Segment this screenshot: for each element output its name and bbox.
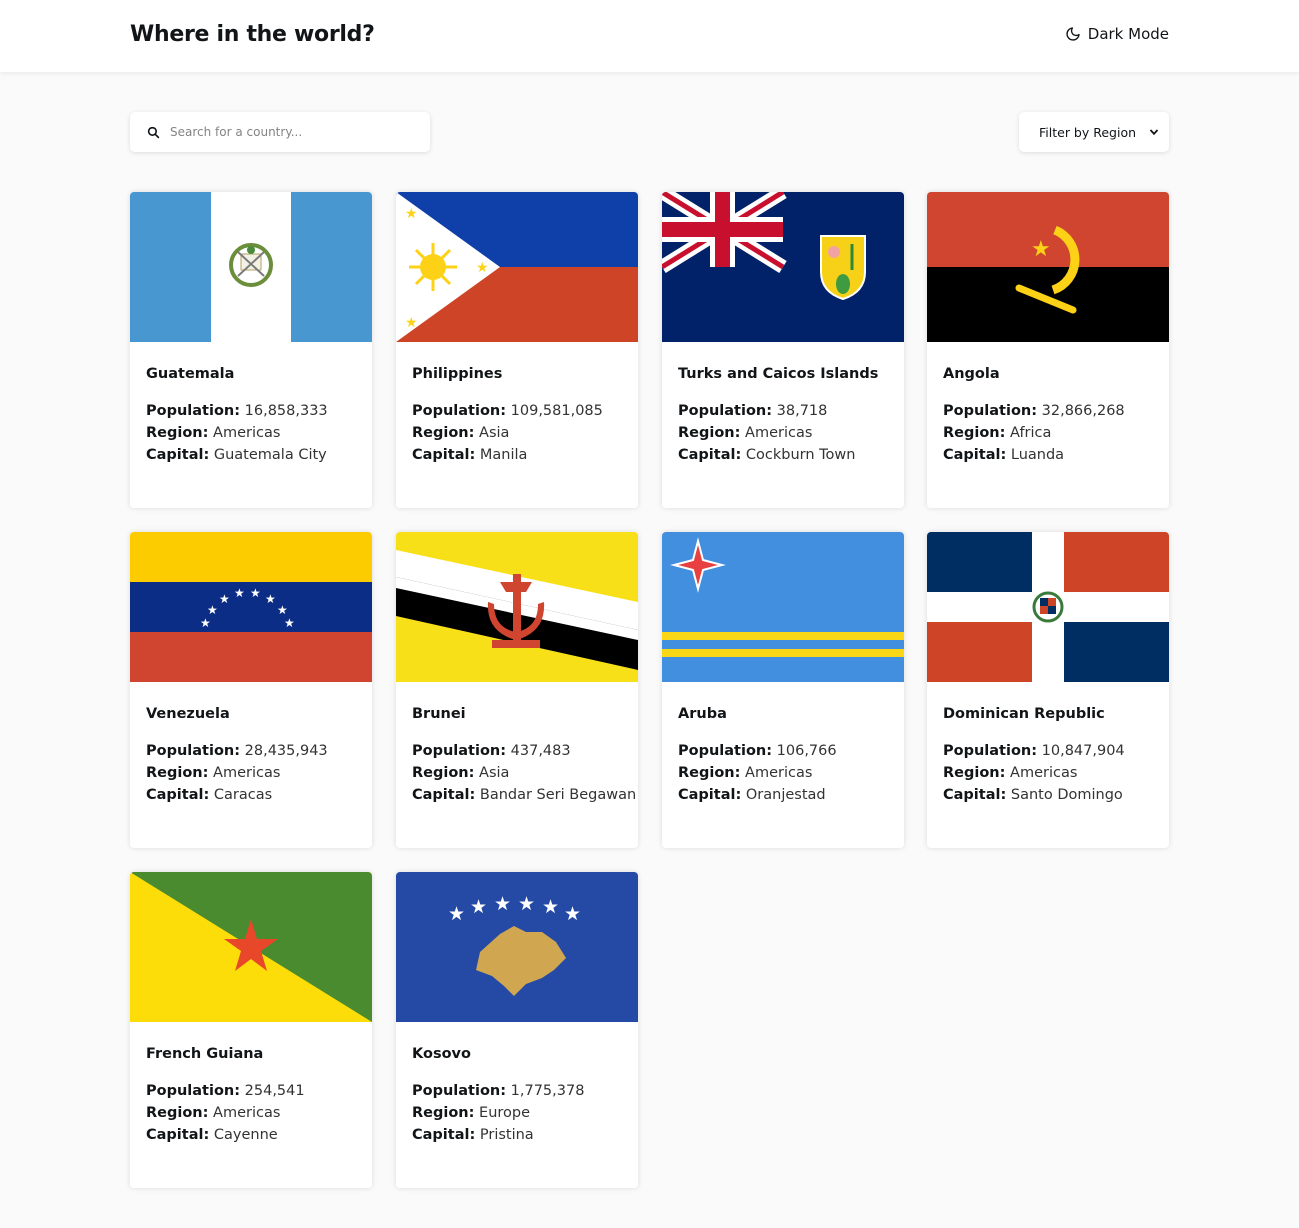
svg-text:★: ★ bbox=[284, 616, 295, 630]
chevron-down-icon bbox=[1149, 129, 1159, 136]
country-card-guatemala[interactable]: Guatemala Population: 16,858,333 Region:… bbox=[130, 192, 372, 508]
region-value: Americas bbox=[213, 1105, 281, 1121]
page-title: Where in the world? bbox=[130, 22, 375, 47]
svg-text:★: ★ bbox=[207, 603, 218, 617]
svg-text:★: ★ bbox=[1031, 237, 1051, 262]
region-value: Americas bbox=[213, 425, 281, 441]
capital-value: Santo Domingo bbox=[1010, 787, 1123, 803]
population-value: 1,775,378 bbox=[510, 1083, 585, 1099]
flag-french-guiana bbox=[130, 872, 372, 1022]
country-card-dominican-republic[interactable]: Dominican Republic Population: 10,847,90… bbox=[927, 532, 1169, 848]
country-name: Dominican Republic bbox=[943, 706, 1105, 722]
dark-mode-toggle[interactable]: Dark Mode bbox=[1065, 25, 1169, 43]
country-card-aruba[interactable]: Aruba Population: 106,766 Region: Americ… bbox=[662, 532, 904, 848]
svg-text:★: ★ bbox=[277, 603, 288, 617]
country-name: Kosovo bbox=[412, 1046, 471, 1062]
svg-text:★: ★ bbox=[200, 616, 211, 630]
region-filter-select[interactable]: Filter by Region bbox=[1019, 112, 1169, 152]
country-name: French Guiana bbox=[146, 1046, 264, 1062]
moon-icon bbox=[1066, 27, 1080, 41]
country-card-philippines[interactable]: ★ ★ ★ Philippines Population: 109,581,08… bbox=[396, 192, 638, 508]
svg-text:★: ★ bbox=[494, 893, 511, 915]
flag-angola: ★ bbox=[927, 192, 1169, 342]
capital-value: Bandar Seri Begawan bbox=[479, 787, 637, 803]
capital-value: Guatemala City bbox=[213, 447, 327, 463]
flag-guatemala bbox=[130, 192, 372, 342]
search-box[interactable] bbox=[130, 112, 430, 152]
region-value: Asia bbox=[479, 765, 510, 781]
region-value: Europe bbox=[479, 1105, 531, 1121]
region-value: Africa bbox=[1010, 425, 1052, 441]
country-name: Venezuela bbox=[146, 706, 230, 722]
population-value: 28,435,943 bbox=[244, 743, 328, 759]
capital-value: Pristina bbox=[479, 1127, 534, 1143]
flag-turks-and-caicos bbox=[662, 192, 904, 342]
svg-text:★: ★ bbox=[250, 586, 261, 600]
country-card-venezuela[interactable]: ★ ★ ★ ★ ★ ★ ★ ★ Venezuela Population: 28,435,… bbox=[130, 532, 372, 848]
svg-text:★: ★ bbox=[476, 260, 489, 276]
region-value: Asia bbox=[479, 425, 510, 441]
flag-brunei bbox=[396, 532, 638, 682]
flag-venezuela: ★★★ ★ ★ ★ ★★ bbox=[130, 532, 372, 682]
country-name: Turks and Caicos Islands bbox=[678, 366, 879, 382]
dark-mode-label: Dark Mode bbox=[1087, 25, 1169, 43]
region-value: Americas bbox=[1010, 765, 1078, 781]
capital-value: Luanda bbox=[1010, 447, 1065, 463]
svg-text:★: ★ bbox=[219, 592, 230, 606]
population-value: 109,581,085 bbox=[510, 403, 603, 419]
capital-value: Cockburn Town bbox=[745, 447, 856, 463]
search-icon bbox=[147, 126, 160, 138]
svg-text:★: ★ bbox=[405, 206, 418, 222]
svg-text:★: ★ bbox=[448, 903, 465, 925]
population-value: 38,718 bbox=[776, 403, 828, 419]
population-value: 16,858,333 bbox=[244, 403, 328, 419]
country-name: Angola bbox=[943, 366, 1000, 382]
flag-philippines: ★ ★ ★ bbox=[396, 192, 638, 342]
search-input[interactable] bbox=[170, 125, 410, 139]
svg-text:★: ★ bbox=[470, 896, 487, 918]
population-value: 10,847,904 bbox=[1041, 743, 1125, 759]
capital-value: Manila bbox=[479, 447, 528, 463]
population-value: 254,541 bbox=[244, 1083, 305, 1099]
capital-value: Cayenne bbox=[213, 1127, 278, 1143]
population-value: 106,766 bbox=[776, 743, 837, 759]
top-header: Where in the world? Dark Mode bbox=[0, 0, 1299, 72]
country-name: Philippines bbox=[412, 366, 503, 382]
capital-value: Caracas bbox=[213, 787, 273, 803]
flag-aruba bbox=[662, 532, 904, 682]
region-value: Americas bbox=[745, 425, 813, 441]
country-name: Brunei bbox=[412, 706, 466, 722]
population-value: 32,866,268 bbox=[1041, 403, 1125, 419]
population-value: 437,483 bbox=[510, 743, 571, 759]
region-value: Americas bbox=[745, 765, 813, 781]
svg-text:★: ★ bbox=[542, 896, 559, 918]
svg-text:★: ★ bbox=[234, 586, 245, 600]
country-card-kosovo[interactable]: ★ ★ ★ ★ ★ ★ Kosovo Population: 1,775,378 Reg… bbox=[396, 872, 638, 1188]
region-value: Americas bbox=[213, 765, 281, 781]
country-card-turks-and-caicos[interactable]: Turks and Caicos Islands Population: 38,… bbox=[662, 192, 904, 508]
region-filter-label: Filter by Region bbox=[1039, 124, 1137, 140]
capital-value: Oranjestad bbox=[745, 787, 826, 803]
country-card-french-guiana[interactable]: French Guiana Population: 254,541 Region… bbox=[130, 872, 372, 1188]
country-name: Aruba bbox=[678, 706, 727, 722]
svg-text:★: ★ bbox=[405, 315, 418, 331]
svg-text:★: ★ bbox=[564, 903, 581, 925]
flag-dominican-republic bbox=[927, 532, 1169, 682]
svg-text:★: ★ bbox=[518, 893, 535, 915]
country-name: Guatemala bbox=[146, 366, 235, 382]
country-card-angola[interactable]: ★ Angola Population: 32,866,268 Region: … bbox=[927, 192, 1169, 508]
svg-text:★: ★ bbox=[265, 592, 276, 606]
country-card-brunei[interactable]: Brunei Population: 437,483 Region: Asia … bbox=[396, 532, 638, 848]
flag-kosovo: ★ ★ ★ ★ ★ ★ bbox=[396, 872, 638, 1022]
